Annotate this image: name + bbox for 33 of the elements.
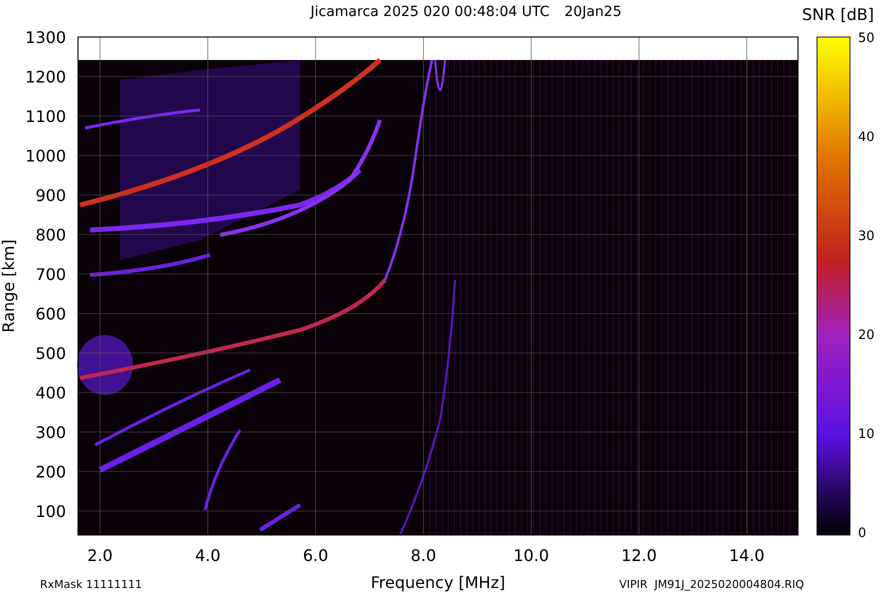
x-tick-label: 2.0 bbox=[87, 546, 113, 565]
colorbar-title: SNR [dB] bbox=[802, 5, 874, 24]
colorbar-tick-label: 0 bbox=[858, 526, 866, 541]
x-tick-label: 6.0 bbox=[302, 546, 328, 565]
colorbar-tick-label: 10 bbox=[858, 427, 875, 442]
colorbar-tick-label: 40 bbox=[858, 130, 875, 145]
y-tick-label: 700 bbox=[35, 265, 66, 284]
y-tick-label: 1000 bbox=[25, 146, 66, 166]
colorbar-tick-label: 30 bbox=[858, 229, 875, 244]
x-tick-label: 8.0 bbox=[410, 546, 436, 565]
x-tick-label: 14.0 bbox=[728, 546, 765, 565]
y-tick-label: 200 bbox=[35, 462, 66, 482]
y-axis-label: Range [km] bbox=[0, 239, 18, 333]
date-label: 20Jan25 bbox=[564, 4, 622, 20]
plot-title: Jicamarca 2025 020 00:48:04 UTC bbox=[310, 4, 550, 20]
x-tick-label: 10.0 bbox=[513, 546, 550, 565]
file-name-label: VIPIR JM91J_2025020004804.RIQ bbox=[619, 578, 804, 591]
y-tick-label: 800 bbox=[35, 226, 66, 244]
y-tick-label: 300 bbox=[35, 423, 66, 442]
y-tick-label: 100 bbox=[35, 502, 66, 521]
y-tick-label: 400 bbox=[35, 384, 66, 402]
y-tick-label: 1300 bbox=[25, 28, 66, 47]
y-tick-label: 1200 bbox=[25, 68, 66, 86]
rxmask-label: RxMask 11111111 bbox=[40, 578, 142, 591]
y-tick-label: 500 bbox=[35, 344, 66, 363]
colorbar-tick-label: 20 bbox=[858, 328, 875, 343]
y-tick-label: 600 bbox=[35, 304, 66, 324]
x-axis-label: Frequency [MHz] bbox=[370, 573, 506, 592]
colorbar-tick-label: 50 bbox=[858, 31, 875, 46]
y-tick-label: 900 bbox=[35, 186, 66, 205]
x-tick-label: 4.0 bbox=[195, 546, 221, 565]
x-tick-label: 12.0 bbox=[621, 546, 657, 565]
y-tick-label: 1100 bbox=[25, 107, 66, 126]
